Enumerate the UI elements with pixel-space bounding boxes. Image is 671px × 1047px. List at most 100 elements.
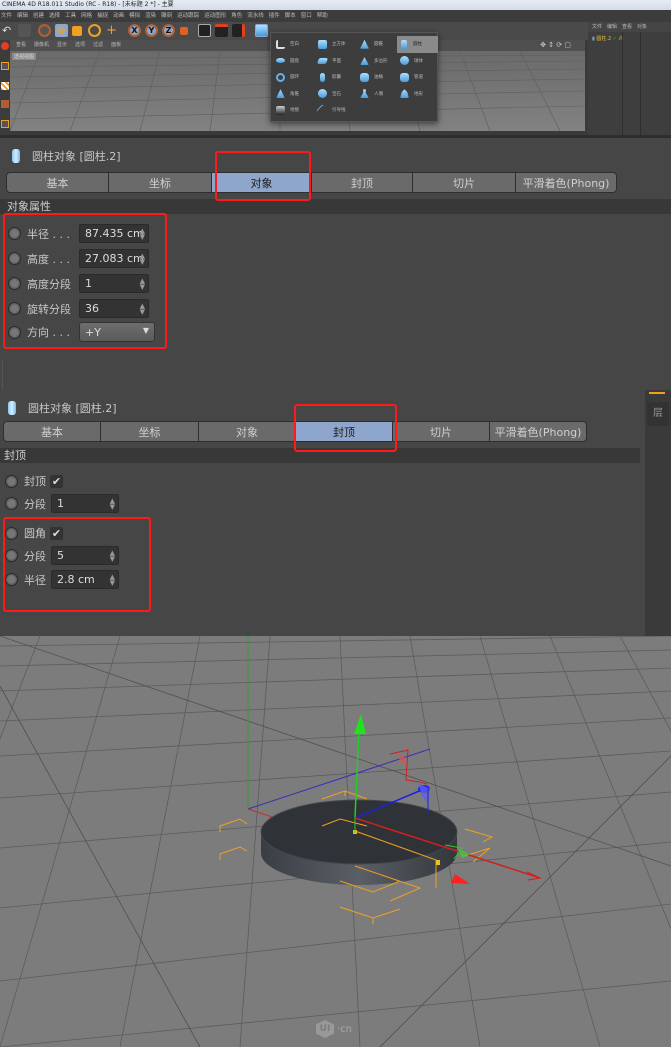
menu-item[interactable]: 角色 <box>231 13 242 19</box>
om-menu-item[interactable]: 查看 <box>622 24 632 30</box>
popup-item-figure[interactable]: 人偶 <box>357 86 398 103</box>
render-picture-viewer-icon[interactable] <box>215 24 228 37</box>
workplane-mode-icon[interactable] <box>1 100 9 108</box>
y-arrow-icon[interactable] <box>354 714 366 734</box>
viewport-3d[interactable] <box>0 636 671 1047</box>
cap-segments-input[interactable]: 1 ▲ ▼ <box>51 494 119 513</box>
popup-item-torus[interactable]: 圆环 <box>273 69 314 86</box>
oil-tank-icon <box>360 72 369 82</box>
popup-item-figure-guide[interactable]: 引导线 <box>315 102 356 119</box>
popup-item-polygon[interactable]: 多边形 <box>357 53 398 70</box>
tab-basic[interactable]: 基本 <box>6 172 109 193</box>
spinner-icon[interactable]: ▲ ▼ <box>110 498 115 511</box>
visible-check-icon[interactable]: ✓ <box>613 36 617 42</box>
tab-slice[interactable]: 切片 <box>412 172 516 193</box>
tab-phong[interactable]: 平滑着色(Phong) <box>515 172 617 193</box>
viewport-menu-item[interactable]: 查看 <box>16 42 26 48</box>
menu-item[interactable]: 文件 <box>1 13 12 19</box>
highlight-box-fillet <box>3 517 151 612</box>
menu-item[interactable]: 运动跟踪 <box>177 13 199 19</box>
menu-item[interactable]: 插件 <box>269 13 280 19</box>
tab-object[interactable]: 对象 <box>198 421 296 442</box>
om-menu-item[interactable]: 编辑 <box>607 24 617 30</box>
redo-icon[interactable] <box>18 24 31 37</box>
tab-coord[interactable]: 坐标 <box>100 421 199 442</box>
cube-primitive-icon[interactable] <box>255 24 268 37</box>
z-axis-lock-icon[interactable]: Z <box>162 24 175 37</box>
render-settings-icon[interactable] <box>232 24 245 37</box>
menu-item[interactable]: 捕捉 <box>97 13 108 19</box>
torus-icon <box>276 72 285 82</box>
popup-item-sphere[interactable]: 球体 <box>397 53 438 70</box>
move-tool-icon[interactable]: ✥ <box>55 24 68 37</box>
render-view-icon[interactable] <box>198 24 211 37</box>
menu-item[interactable]: 雕刻 <box>161 13 172 19</box>
popup-item-cone[interactable]: 圆锥 <box>357 36 398 53</box>
divider <box>2 360 3 390</box>
panel-title: 圆柱对象 [圆柱.2] <box>12 148 121 164</box>
tab-basic[interactable]: 基本 <box>3 421 101 442</box>
live-select-icon[interactable]: + <box>105 24 118 37</box>
rotate-tool-icon[interactable] <box>88 24 101 37</box>
xz-plane-handle[interactable] <box>398 754 406 766</box>
menu-item[interactable]: 创建 <box>33 13 44 19</box>
viewport-menu-item[interactable]: 过滤 <box>93 42 103 48</box>
popup-item-capsule[interactable]: 胶囊 <box>315 69 356 86</box>
make-editable-icon[interactable] <box>1 42 9 50</box>
undo-icon[interactable]: ↶ <box>2 24 15 37</box>
menu-item[interactable]: 网格 <box>81 13 92 19</box>
popup-item-disc[interactable]: 圆盘 <box>273 53 314 70</box>
popup-item-landscape[interactable]: 地貌 <box>273 102 314 119</box>
animate-radio[interactable] <box>5 497 18 510</box>
om-menu-item[interactable]: 对象 <box>637 24 647 30</box>
viewport-menu-item[interactable]: 摄像机 <box>34 42 49 48</box>
menu-item[interactable]: 渲染 <box>145 13 156 19</box>
coordinate-system-icon[interactable] <box>180 27 188 35</box>
menu-item[interactable]: 动画 <box>113 13 124 19</box>
viewport-menu-item[interactable]: 面板 <box>111 42 121 48</box>
points-mode-icon[interactable] <box>1 120 9 128</box>
animate-radio[interactable] <box>5 474 18 488</box>
select-tool-icon[interactable] <box>38 24 51 37</box>
menu-item[interactable]: 选择 <box>49 13 60 19</box>
bbox-handle[interactable] <box>436 860 440 865</box>
param-label: 封顶 <box>24 475 46 488</box>
menu-item[interactable]: 编辑 <box>17 13 28 19</box>
scale-tool-icon[interactable] <box>72 26 82 36</box>
popup-item-null[interactable]: 空白 <box>273 36 314 53</box>
tab-phong[interactable]: 平滑着色(Phong) <box>489 421 587 442</box>
menu-item[interactable]: 运动图形 <box>204 13 226 19</box>
y-axis-lock-icon[interactable]: Y <box>145 24 158 37</box>
tab-coord[interactable]: 坐标 <box>108 172 212 193</box>
popup-item-pyramid[interactable]: 角锥 <box>273 86 314 103</box>
viewport-nav-icons[interactable]: ✥ ↕ ⟳ ▢ <box>540 40 571 51</box>
layer-side-tab[interactable]: 层 <box>647 402 669 426</box>
popup-item-oil-tank[interactable]: 油桶 <box>357 69 398 86</box>
tab-slice[interactable]: 切片 <box>392 421 490 442</box>
viewport-menu-item[interactable]: 选项 <box>75 42 85 48</box>
menu-item[interactable]: 工具 <box>65 13 76 19</box>
menu-item[interactable]: 帮助 <box>317 13 328 19</box>
caps-checkbox[interactable]: ✔ <box>50 474 63 488</box>
popup-item-platonic[interactable]: 宝石 <box>315 86 356 103</box>
menu-item[interactable]: 脚本 <box>285 13 296 19</box>
popup-item-tube[interactable]: 管道 <box>397 69 438 86</box>
x-arrow-icon[interactable] <box>451 874 470 884</box>
object-name[interactable]: 圆柱.2 <box>596 36 611 42</box>
polygon-icon <box>360 57 369 66</box>
texture-mode-icon[interactable] <box>1 82 9 90</box>
menu-item[interactable]: 模拟 <box>129 13 140 19</box>
om-menu-item[interactable]: 文件 <box>592 24 602 30</box>
x-axis-lock-icon[interactable]: X <box>128 24 141 37</box>
model-mode-icon[interactable] <box>1 62 9 70</box>
menu-item[interactable]: 流水线 <box>247 13 264 19</box>
side-tab-icon[interactable] <box>649 392 665 400</box>
popup-item-terrain[interactable]: 地形 <box>397 86 438 103</box>
viewport-menu-item[interactable]: 显示 <box>57 42 67 48</box>
popup-item-cylinder[interactable]: 圆柱 <box>397 36 438 53</box>
tab-caps[interactable]: 封顶 <box>311 172 413 193</box>
popup-item-plane[interactable]: 平面 <box>315 53 356 70</box>
menu-item[interactable]: 窗口 <box>301 13 312 19</box>
popup-item-cube[interactable]: 立方体 <box>315 36 356 53</box>
object-row[interactable]: ▮ 圆柱.2 ✓ ⁂ <box>592 35 624 42</box>
